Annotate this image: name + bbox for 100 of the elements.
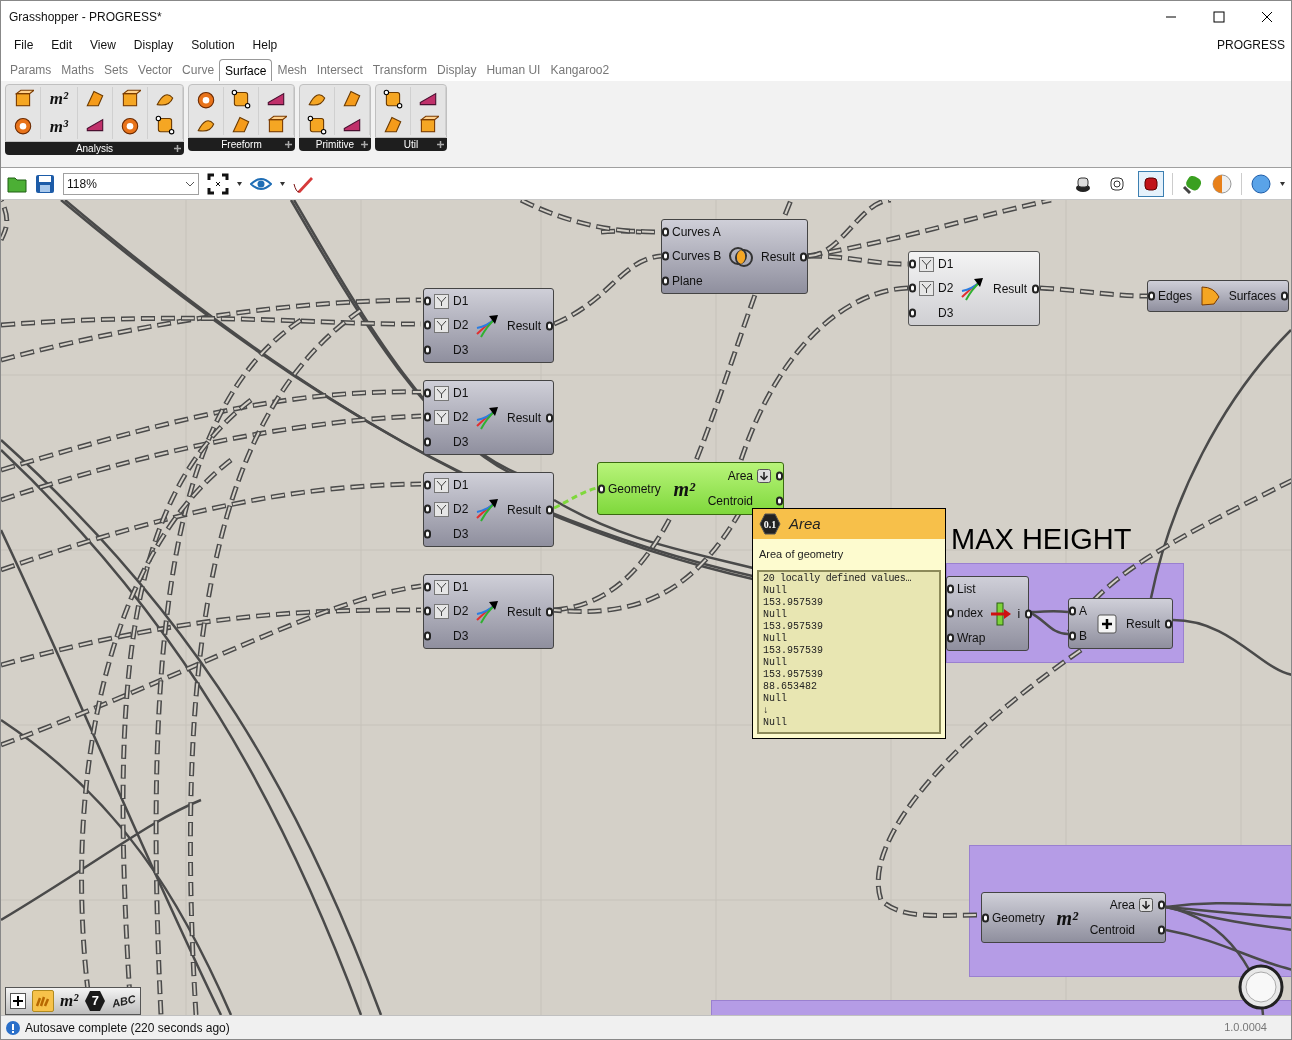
input-grip[interactable]: [1069, 606, 1076, 616]
menu-item[interactable]: File: [5, 35, 43, 54]
output-grip[interactable]: [1281, 291, 1288, 301]
input-grip[interactable]: [662, 276, 669, 286]
caret-icon[interactable]: [280, 181, 285, 186]
output-grip[interactable]: [546, 321, 553, 330]
funnel-icon[interactable]: [434, 410, 449, 425]
tab[interactable]: Display: [432, 59, 482, 81]
input-grip[interactable]: [1148, 291, 1155, 301]
tab[interactable]: Surface: [219, 59, 273, 81]
funnel-icon[interactable]: [919, 281, 934, 296]
maximize-icon[interactable]: [1213, 10, 1225, 23]
eye-icon[interactable]: [250, 176, 272, 191]
half-sphere-icon[interactable]: [1211, 172, 1233, 195]
input-grip[interactable]: [424, 582, 431, 592]
tab[interactable]: Transform: [367, 59, 433, 81]
navigation-dial-icon[interactable]: [1238, 964, 1284, 1010]
funnel-icon[interactable]: [434, 385, 449, 401]
zoom-extents-icon[interactable]: [207, 172, 229, 195]
tool-icon[interactable]: [230, 87, 252, 109]
tool-icon[interactable]: [417, 113, 439, 135]
funnel-icon[interactable]: [919, 256, 934, 272]
output-grip[interactable]: [1032, 284, 1039, 293]
component-node[interactable]: D1 D2 D3 Result: [423, 380, 554, 455]
funnel-icon[interactable]: [434, 604, 449, 619]
tab[interactable]: Sets: [99, 59, 134, 81]
input-grip[interactable]: [424, 413, 431, 422]
input-grip[interactable]: [424, 505, 431, 514]
output-grip[interactable]: [776, 496, 783, 506]
expand-icon[interactable]: [361, 141, 368, 148]
input-grip[interactable]: [662, 252, 669, 261]
tool-icon[interactable]: [382, 87, 404, 109]
tool-icon[interactable]: [306, 113, 328, 135]
input-grip[interactable]: [424, 296, 431, 306]
tool-button[interactable]: m²: [47, 87, 71, 111]
input-grip[interactable]: [598, 484, 605, 493]
tab[interactable]: Kangaroo2: [545, 59, 615, 81]
input-grip[interactable]: [424, 631, 431, 641]
input-grip[interactable]: [424, 437, 431, 447]
output-grip[interactable]: [1165, 619, 1172, 628]
menu-item[interactable]: Display: [124, 35, 183, 54]
funnel-icon[interactable]: [434, 579, 449, 595]
input-grip[interactable]: [424, 388, 431, 398]
plus-icon[interactable]: [10, 993, 26, 1009]
output-grip[interactable]: [546, 413, 553, 422]
zoom-dropdown[interactable]: 118%: [63, 172, 199, 195]
down-arrow-icon[interactable]: [757, 468, 771, 483]
tab[interactable]: Mesh: [272, 59, 312, 81]
tab[interactable]: Maths: [56, 59, 100, 81]
save-icon[interactable]: [35, 173, 55, 194]
tool-group-label[interactable]: Primitive: [299, 138, 371, 151]
menu-item[interactable]: Help: [243, 35, 287, 54]
funnel-icon[interactable]: [434, 318, 449, 333]
input-grip[interactable]: [909, 259, 916, 269]
input-grip[interactable]: [1069, 631, 1076, 641]
input-grip[interactable]: [424, 607, 431, 616]
tool-group-label[interactable]: Freeform: [188, 138, 295, 151]
preview-mode-button[interactable]: [1138, 170, 1164, 197]
tab[interactable]: Curve: [177, 59, 220, 81]
input-grip[interactable]: [424, 480, 431, 490]
caret-icon[interactable]: [237, 181, 242, 186]
expand-icon[interactable]: [174, 145, 181, 152]
tab[interactable]: Params: [5, 59, 57, 81]
expand-icon[interactable]: [285, 141, 292, 148]
component-node[interactable]: D1 D2 D3 Result: [423, 472, 554, 547]
input-grip[interactable]: [424, 529, 431, 539]
down-arrow-icon[interactable]: [1139, 898, 1153, 913]
tool-icon[interactable]: [265, 113, 287, 135]
number-badge[interactable]: 7: [84, 990, 107, 1012]
tool-icon[interactable]: [119, 87, 141, 109]
tab[interactable]: Intersect: [311, 59, 368, 81]
area-glyph[interactable]: m²: [60, 988, 79, 1014]
input-grip[interactable]: [424, 321, 431, 330]
expand-icon[interactable]: [437, 141, 444, 148]
wire-display-toggle[interactable]: [32, 990, 54, 1012]
menu-item[interactable]: Edit: [42, 35, 82, 54]
text-tag[interactable]: ABC: [110, 990, 138, 1012]
input-grip[interactable]: [424, 345, 431, 355]
component-node[interactable]: List ndex Wrap i: [946, 576, 1029, 651]
tab[interactable]: Human UI: [481, 59, 546, 81]
component-node[interactable]: A B Result: [1068, 598, 1173, 649]
tab[interactable]: Vector: [133, 59, 178, 81]
input-grip[interactable]: [662, 227, 669, 237]
funnel-icon[interactable]: [434, 477, 449, 493]
tool-group-label[interactable]: Util: [375, 138, 447, 151]
component-node[interactable]: Geometry m² Area Centroid: [597, 462, 784, 515]
caret-icon[interactable]: [1280, 181, 1285, 186]
input-grip[interactable]: [909, 284, 916, 293]
output-grip[interactable]: [546, 505, 553, 514]
input-grip[interactable]: [982, 913, 989, 922]
component-node[interactable]: D1 D2 D3 Result: [908, 251, 1040, 326]
component-node[interactable]: Edges Surfaces: [1147, 280, 1289, 312]
component-node[interactable]: D1 D2 D3 Result: [423, 574, 554, 649]
tool-icon[interactable]: [12, 87, 34, 109]
output-grip[interactable]: [546, 607, 553, 616]
output-grip[interactable]: [1025, 609, 1033, 618]
output-grip[interactable]: [776, 471, 783, 481]
output-grip[interactable]: [1158, 925, 1165, 935]
output-grip[interactable]: [1158, 900, 1165, 910]
output-grip[interactable]: [800, 252, 807, 261]
